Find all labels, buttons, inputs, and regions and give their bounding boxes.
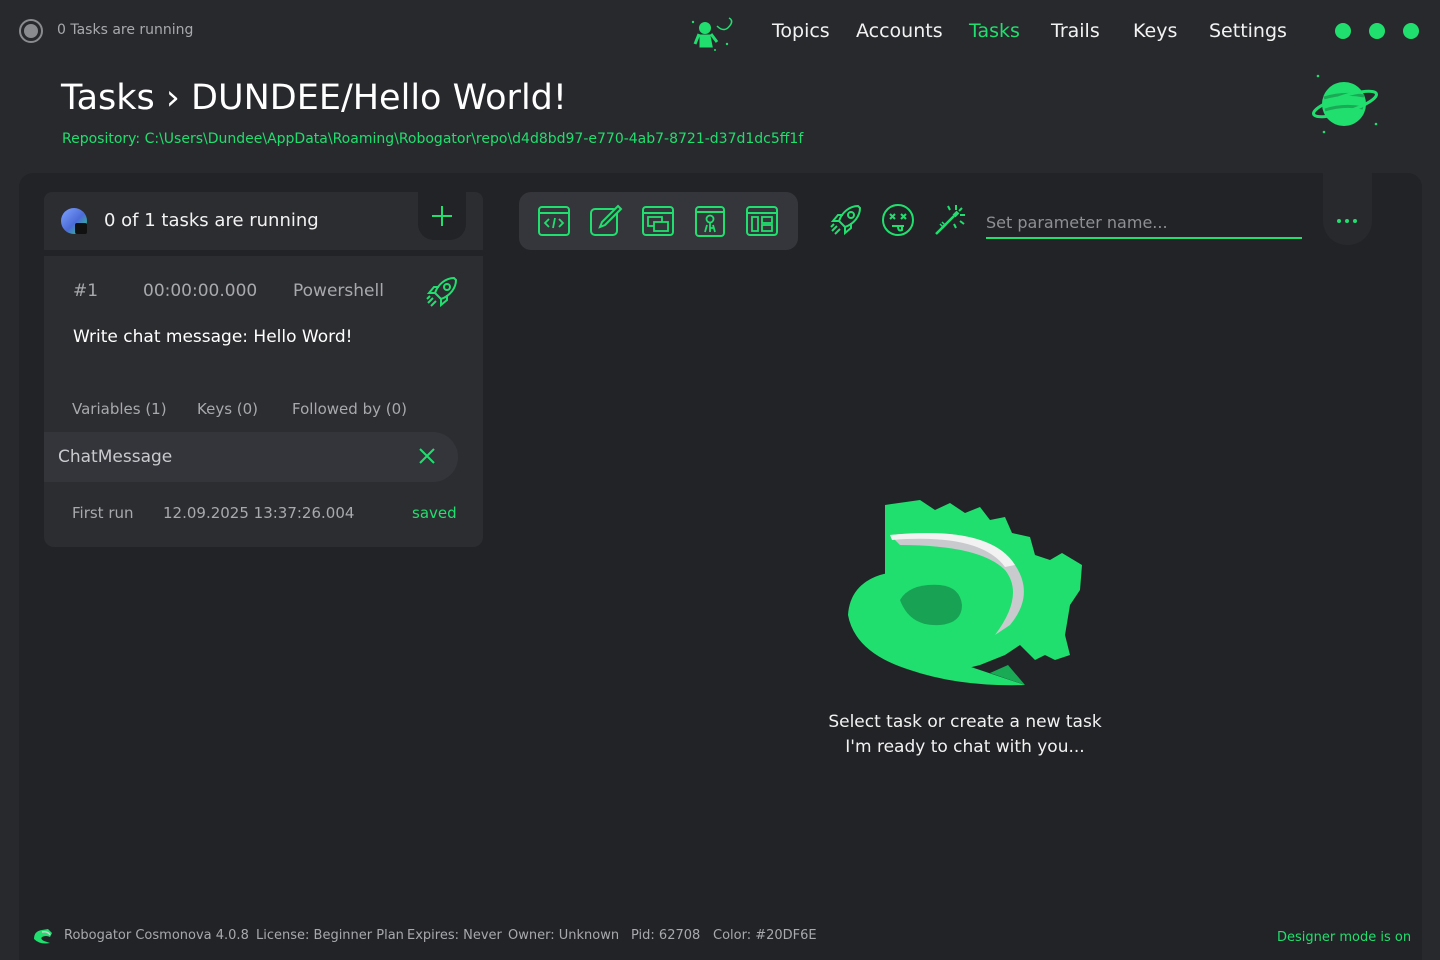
close-icon[interactable] xyxy=(415,444,439,468)
designer-mode-status: Designer mode is on xyxy=(1277,930,1412,945)
window-close-button[interactable] xyxy=(1403,23,1419,39)
add-task-button[interactable] xyxy=(428,202,456,230)
avatar-badge xyxy=(75,223,87,234)
magic-wand-icon[interactable] xyxy=(932,202,968,238)
footer-expires: Expires: Never xyxy=(407,928,502,943)
nav-topics[interactable]: Topics xyxy=(772,20,830,42)
rocket-launch-icon[interactable] xyxy=(828,202,864,238)
footer-pid: Pid: 62708 xyxy=(631,928,701,943)
footer-owner: Owner: Unknown xyxy=(508,928,620,943)
edit-icon[interactable] xyxy=(588,203,624,239)
task-number: #1 xyxy=(73,281,99,301)
panel-notch xyxy=(1323,173,1372,245)
robogator-logo xyxy=(34,929,52,944)
planet-icon xyxy=(1312,74,1378,134)
footer-product: Robogator Cosmonova 4.0.8 xyxy=(64,928,249,943)
footer-color: Color: #20DF6E xyxy=(713,928,817,943)
variable-name: ChatMessage xyxy=(58,447,173,467)
first-run-date: 12.09.2025 13:37:26.004 xyxy=(163,504,355,522)
windows-icon[interactable] xyxy=(640,203,676,239)
window-maximize-button[interactable] xyxy=(1369,23,1385,39)
footer-license: License: Beginner Plan xyxy=(256,928,404,943)
tab-followed-by[interactable]: Followed by (0) xyxy=(292,400,407,418)
repository-path: Repository: C:\Users\Dundee\AppData\Roam… xyxy=(62,131,804,147)
parameter-name-input[interactable] xyxy=(986,207,1302,239)
tab-keys[interactable]: Keys (0) xyxy=(197,400,258,418)
code-window-icon[interactable] xyxy=(536,203,572,239)
first-run-label: First run xyxy=(72,504,134,522)
page-title: Tasks › DUNDEE/Hello World! xyxy=(61,78,567,118)
more-icon[interactable] xyxy=(1332,212,1362,230)
saved-status: saved xyxy=(412,504,457,522)
task-list-header-text: 0 of 1 tasks are running xyxy=(104,210,319,231)
task-duration: 00:00:00.000 xyxy=(143,281,258,301)
window-minimize-button[interactable] xyxy=(1335,23,1351,39)
nav-accounts[interactable]: Accounts xyxy=(856,20,943,42)
robogator-mascot xyxy=(848,500,1082,686)
tab-variables[interactable]: Variables (1) xyxy=(72,400,167,418)
nav-tasks[interactable]: Tasks xyxy=(969,20,1020,42)
empty-state-line2: I'm ready to chat with you... xyxy=(845,737,1085,757)
task-type: Powershell xyxy=(293,281,384,301)
nav-keys[interactable]: Keys xyxy=(1133,20,1177,42)
empty-state-line1: Select task or create a new task xyxy=(828,712,1102,732)
main-nav: Topics Accounts Tasks Trails Keys Settin… xyxy=(0,20,1440,46)
nav-settings[interactable]: Settings xyxy=(1209,20,1287,42)
rocket-icon[interactable] xyxy=(424,274,460,310)
nav-trails[interactable]: Trails xyxy=(1051,20,1100,42)
dizzy-face-icon[interactable] xyxy=(880,202,916,238)
add-icon xyxy=(432,206,452,226)
task-message: Write chat message: Hello Word! xyxy=(73,327,353,347)
layout-window-icon[interactable] xyxy=(744,203,780,239)
key-window-icon[interactable] xyxy=(692,203,728,239)
